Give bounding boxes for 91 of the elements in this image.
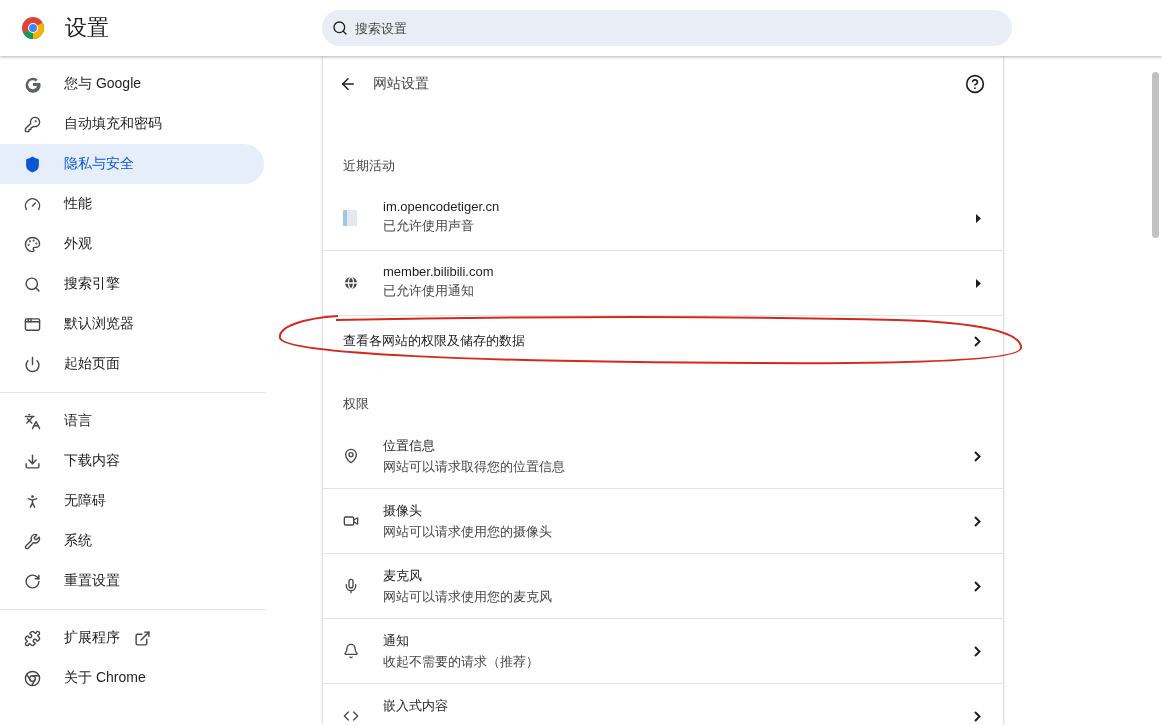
settings-row[interactable]: 麦克风 网站可以请求使用您的麦克风 — [323, 553, 1003, 618]
sidebar-label: 下载内容 — [64, 452, 120, 470]
sidebar-item[interactable]: 关于 Chrome — [0, 658, 264, 698]
search-icon — [24, 275, 41, 293]
settings-row[interactable]: im.opencodetiger.cn 已允许使用声音 — [323, 186, 1003, 250]
settings-row[interactable]: 查看各网站的权限及储存的数据 — [323, 315, 1003, 366]
sidebar-item[interactable]: 性能 — [0, 184, 264, 224]
sidebar-item[interactable]: 扩展程序 — [0, 618, 264, 658]
sidebar-label: 起始页面 — [64, 355, 120, 373]
row-title: 麦克风 — [383, 566, 423, 585]
power-icon — [24, 355, 41, 373]
sidebar-item[interactable]: 下载内容 — [0, 441, 264, 481]
sidebar-item[interactable]: 语言 — [0, 401, 264, 441]
key-icon — [24, 115, 41, 133]
row-description: 已允许使用通知 — [383, 282, 475, 300]
sidebar-item[interactable]: 自动填充和密码 — [0, 104, 264, 144]
translate-icon — [24, 412, 41, 430]
gauge-icon — [24, 195, 41, 213]
chevron-icon — [974, 515, 981, 527]
chevron-icon — [974, 710, 981, 722]
sidebar-label: 性能 — [64, 195, 92, 213]
location-pin-icon — [343, 448, 359, 464]
sidebar-item[interactable]: 起始页面 — [0, 344, 264, 384]
sidebar-label: 隐私与安全 — [64, 155, 134, 173]
bell-icon — [343, 643, 359, 659]
row-title: 摄像头 — [383, 501, 423, 520]
section-heading: 近期活动 — [342, 157, 396, 175]
row-title: 查看各网站的权限及储存的数据 — [343, 332, 526, 350]
sidebar-item[interactable]: 默认浏览器 — [0, 304, 264, 344]
external-link-icon — [134, 629, 151, 647]
row-title: 嵌入式内容 — [383, 697, 449, 715]
section-title: 网站设置 — [373, 75, 430, 93]
row-description: 网站可以请求取得您的位置信息 — [383, 457, 566, 476]
sidebar-label: 关于 Chrome — [64, 669, 146, 687]
download-icon — [24, 452, 41, 470]
puzzle-icon — [24, 629, 41, 647]
sidebar-label: 无障碍 — [64, 492, 106, 510]
settings-row[interactable]: 嵌入式内容 — [323, 683, 1003, 725]
sidebar-label: 默认浏览器 — [64, 315, 134, 333]
section-heading: 权限 — [342, 395, 370, 413]
row-title: 通知 — [383, 631, 410, 650]
embed-icon — [343, 708, 359, 724]
settings-row[interactable]: member.bilibili.com 已允许使用通知 — [323, 250, 1003, 315]
chevron-icon — [974, 450, 981, 462]
chrome-logo-icon — [21, 16, 45, 40]
sidebar-label: 您与 Google — [64, 75, 142, 93]
microphone-icon — [343, 578, 359, 594]
chrome-icon — [24, 669, 41, 687]
help-icon[interactable] — [965, 74, 985, 94]
sidebar-label: 系统 — [64, 532, 92, 550]
camera-icon — [343, 513, 359, 529]
sidebar-item[interactable]: 重置设置 — [0, 561, 264, 601]
window-icon — [24, 315, 41, 333]
search-icon — [332, 20, 348, 36]
sidebar-label: 重置设置 — [64, 572, 120, 590]
sidebar-item[interactable]: 您与 Google — [0, 64, 264, 104]
caret-icon — [976, 278, 981, 288]
wrench-icon — [24, 532, 41, 550]
row-description: 网站可以请求使用您的麦克风 — [383, 587, 553, 606]
chevron-icon — [974, 645, 981, 657]
page-title: 设置 — [65, 14, 109, 42]
row-description: 网站可以请求使用您的摄像头 — [383, 522, 553, 541]
sidebar-label: 外观 — [64, 235, 92, 253]
settings-row[interactable]: 通知 收起不需要的请求（推荐） — [323, 618, 1003, 683]
row-title: im.opencodetiger.cn — [383, 199, 501, 214]
sidebar-label: 自动填充和密码 — [64, 115, 162, 133]
sidebar-item[interactable]: 无障碍 — [0, 481, 264, 521]
shield-icon — [24, 155, 41, 173]
search-field[interactable]: 搜索设置 — [322, 10, 1012, 46]
g-letter-icon — [24, 75, 42, 93]
chevron-icon — [974, 335, 981, 347]
sidebar-item[interactable]: 系统 — [0, 521, 264, 561]
row-title: 位置信息 — [383, 436, 436, 455]
row-title: member.bilibili.com — [383, 264, 495, 279]
scrollbar-thumb[interactable] — [1152, 72, 1159, 238]
sidebar-item[interactable]: 搜索引擎 — [0, 264, 264, 304]
sidebar-label: 语言 — [64, 412, 92, 430]
caret-icon — [976, 213, 981, 223]
chevron-icon — [974, 580, 981, 592]
palette-icon — [24, 235, 41, 253]
sidebar-label: 搜索引擎 — [64, 275, 120, 293]
site-favicon — [343, 210, 357, 226]
sidebar-item[interactable]: 隐私与安全 — [0, 144, 264, 184]
sidebar-label: 扩展程序 — [64, 629, 120, 647]
row-description: 已允许使用声音 — [383, 217, 475, 235]
settings-row[interactable]: 位置信息 网站可以请求取得您的位置信息 — [323, 424, 1003, 488]
reset-icon — [24, 572, 41, 590]
globe-icon — [343, 275, 359, 291]
row-description: 收起不需要的请求（推荐） — [383, 652, 540, 671]
sidebar-item[interactable]: 外观 — [0, 224, 264, 264]
settings-row[interactable]: 摄像头 网站可以请求使用您的摄像头 — [323, 488, 1003, 553]
